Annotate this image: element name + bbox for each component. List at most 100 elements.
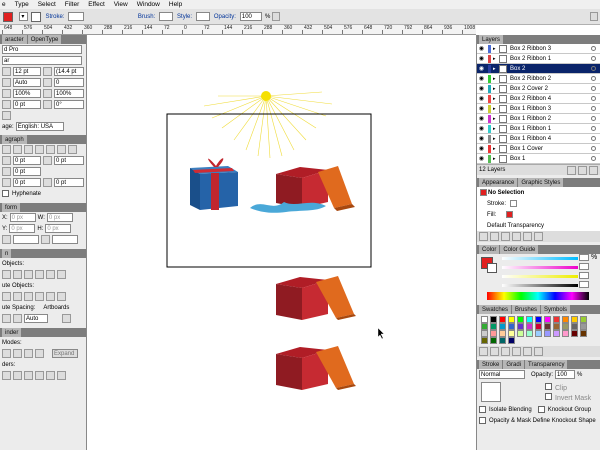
open-red-box-1[interactable]	[250, 166, 355, 213]
color-swatch[interactable]	[481, 323, 488, 330]
color-swatch[interactable]	[544, 323, 551, 330]
layer-row[interactable]: ◉ ▸ Box 2	[477, 64, 600, 74]
tab-graphic-styles[interactable]: Graphic Styles	[518, 178, 564, 187]
color-swatch[interactable]	[499, 323, 506, 330]
layer-row[interactable]: ◉ ▸ Box 1 Ribbon 2	[477, 114, 600, 124]
color-swatch[interactable]	[508, 323, 515, 330]
blend-mode-dropdown[interactable]: Normal	[479, 370, 525, 379]
target-icon[interactable]	[591, 136, 596, 141]
color-swatch[interactable]	[508, 330, 515, 337]
color-swatch[interactable]	[544, 330, 551, 337]
layer-row[interactable]: ◉ ▸ Box 2 Ribbon 3	[477, 44, 600, 54]
magenta-value[interactable]	[579, 263, 589, 270]
eye-icon[interactable]: ◉	[477, 85, 486, 92]
delete-layer-icon[interactable]	[589, 165, 598, 175]
mask-thumbnail[interactable]	[481, 382, 501, 402]
delete-swatch-icon[interactable]	[534, 347, 543, 356]
layer-row[interactable]: ◉ ▸ Box 1	[477, 154, 600, 164]
eye-icon[interactable]: ◉	[477, 115, 486, 122]
eye-icon[interactable]: ◉	[477, 155, 486, 162]
cyan-value[interactable]	[579, 254, 589, 261]
layer-name[interactable]: Box 2 Ribbon 3	[510, 46, 551, 52]
layer-row[interactable]: ◉ ▸ Box 1 Cover	[477, 144, 600, 154]
tab-appearance[interactable]: Appearance	[479, 178, 518, 187]
eye-icon[interactable]: ◉	[477, 125, 486, 132]
tab-stroke[interactable]: Stroke	[479, 360, 503, 369]
tab-transparency[interactable]: Transparency	[525, 360, 568, 369]
layer-name[interactable]: Box 2 Ribbon 1	[510, 56, 551, 62]
eye-icon[interactable]: ◉	[477, 65, 486, 72]
color-swatch[interactable]	[508, 337, 515, 344]
color-swatch[interactable]	[580, 323, 587, 330]
target-icon[interactable]	[591, 156, 596, 161]
color-swatch[interactable]	[499, 316, 506, 323]
color-spectrum[interactable]	[487, 292, 589, 300]
swatch-options-icon[interactable]	[501, 347, 510, 356]
target-icon[interactable]	[591, 46, 596, 51]
color-swatch[interactable]	[499, 337, 506, 344]
color-swatch[interactable]	[580, 316, 587, 323]
target-icon[interactable]	[591, 86, 596, 91]
layer-name[interactable]: Box 2 Cover 2	[510, 86, 548, 92]
new-sublayer-icon[interactable]	[567, 165, 576, 175]
cyan-slider[interactable]	[502, 257, 578, 260]
tab-color[interactable]: Color	[479, 245, 500, 254]
color-swatch[interactable]	[571, 316, 578, 323]
color-stroke-swatch[interactable]	[487, 263, 497, 273]
knockout-group-checkbox[interactable]	[537, 406, 545, 413]
swatch-libraries-icon[interactable]	[479, 347, 488, 356]
show-swatch-kinds-icon[interactable]	[490, 347, 499, 356]
color-swatch[interactable]	[571, 330, 578, 337]
eye-icon[interactable]: ◉	[477, 55, 486, 62]
tab-color-guide[interactable]: Color Guide	[500, 245, 539, 254]
color-swatch[interactable]	[517, 323, 524, 330]
target-icon[interactable]	[591, 56, 596, 61]
color-swatch[interactable]	[490, 316, 497, 323]
color-swatch[interactable]	[490, 323, 497, 330]
appearance-fill-value-swatch[interactable]	[506, 211, 514, 218]
open-red-box-3[interactable]	[276, 346, 356, 390]
color-swatch[interactable]	[553, 330, 560, 337]
add-stroke-icon[interactable]	[479, 232, 488, 241]
color-swatch[interactable]	[544, 316, 551, 323]
color-swatch[interactable]	[562, 330, 569, 337]
color-swatch[interactable]	[553, 316, 560, 323]
color-swatch[interactable]	[526, 316, 533, 323]
layer-row[interactable]: ◉ ▸ Box 1 Ribbon 4	[477, 134, 600, 144]
color-swatch[interactable]	[562, 316, 569, 323]
color-swatch[interactable]	[490, 330, 497, 337]
layer-name[interactable]: Box 1	[510, 156, 525, 162]
color-swatch[interactable]	[535, 330, 542, 337]
duplicate-item-icon[interactable]	[523, 232, 532, 241]
tab-layers[interactable]: Layers	[479, 35, 504, 44]
yellow-value[interactable]	[579, 272, 589, 279]
black-slider[interactable]	[502, 284, 578, 287]
tab-swatches[interactable]: Swatches	[479, 305, 512, 314]
layer-row[interactable]: ◉ ▸ Box 2 Ribbon 2	[477, 74, 600, 84]
isolate-blending-checkbox[interactable]	[479, 406, 486, 413]
new-color-group-icon[interactable]	[512, 347, 521, 356]
fx-icon[interactable]	[501, 232, 510, 241]
color-swatch[interactable]	[517, 330, 524, 337]
blue-gift-box[interactable]	[190, 158, 238, 210]
layer-name[interactable]: Box 1 Cover	[510, 146, 543, 152]
transparency-opacity-field[interactable]: 100	[555, 370, 576, 379]
layer-name[interactable]: Box 2	[510, 66, 525, 72]
target-icon[interactable]	[591, 116, 596, 121]
add-fill-icon[interactable]	[490, 232, 499, 241]
eye-icon[interactable]: ◉	[477, 95, 486, 102]
opacity-mask-checkbox[interactable]	[479, 417, 486, 424]
color-swatch[interactable]	[526, 323, 533, 330]
target-icon[interactable]	[591, 146, 596, 151]
color-swatch[interactable]	[499, 330, 506, 337]
color-swatch[interactable]	[553, 323, 560, 330]
layer-row[interactable]: ◉ ▸ Box 2 Ribbon 4	[477, 94, 600, 104]
color-swatch[interactable]	[535, 323, 542, 330]
delete-item-icon[interactable]	[534, 232, 543, 241]
target-icon[interactable]	[591, 66, 596, 71]
black-value[interactable]	[579, 281, 589, 288]
layer-name[interactable]: Box 2 Ribbon 4	[510, 96, 551, 102]
new-layer-icon[interactable]	[578, 165, 587, 175]
color-swatch[interactable]	[571, 323, 578, 330]
invert-mask-checkbox[interactable]	[545, 393, 552, 400]
